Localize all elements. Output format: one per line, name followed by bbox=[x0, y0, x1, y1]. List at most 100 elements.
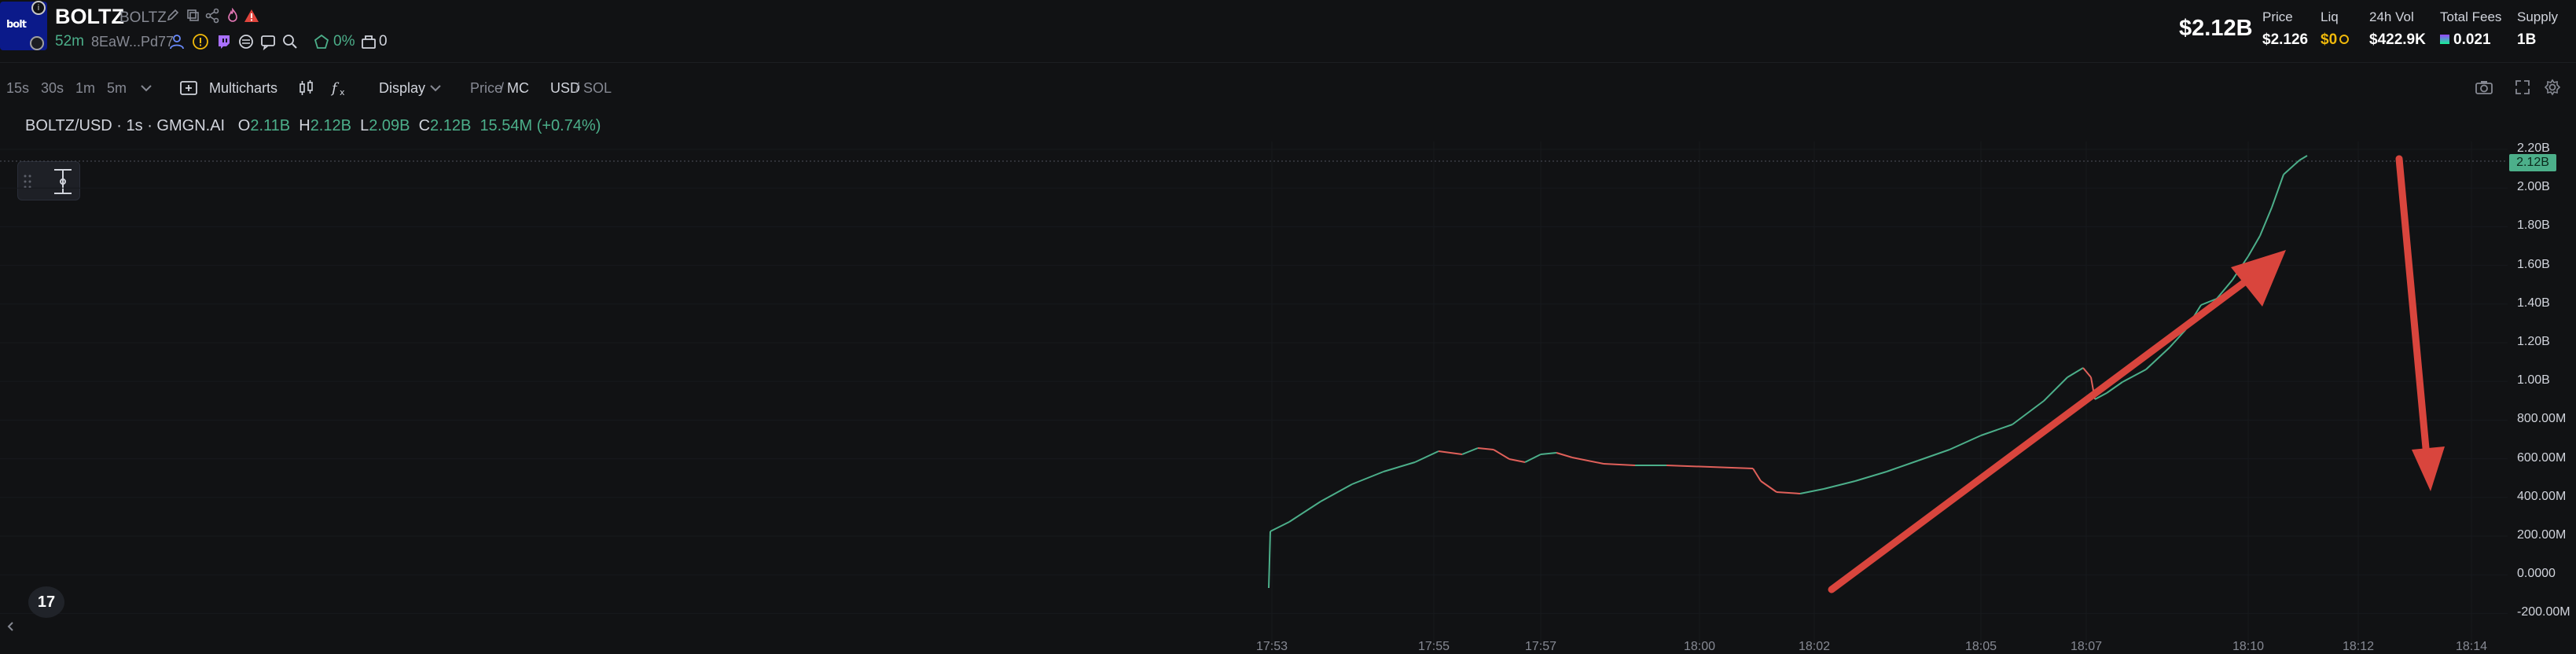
time-axis-tick: 18:14 bbox=[2456, 640, 2488, 653]
token-logo-text: bolt bbox=[6, 19, 27, 31]
price-segment bbox=[1288, 501, 1321, 523]
tradingview-logo-icon[interactable]: 17 bbox=[28, 586, 64, 618]
price-axis-tick: 800.00M bbox=[2517, 412, 2567, 426]
price-segment bbox=[1320, 483, 1353, 502]
token-name: BOLTZ bbox=[55, 5, 124, 28]
chart-toolbar: 15s 30s 1m 5m Multicharts fx Display Pri… bbox=[0, 72, 2576, 102]
holder-share-icon bbox=[314, 34, 329, 49]
info-icon[interactable]: i bbox=[31, 1, 46, 15]
time-axis-tick: 18:00 bbox=[1684, 640, 1716, 653]
current-price-tag: 2.12B bbox=[2509, 154, 2556, 171]
price-segment bbox=[1351, 471, 1384, 485]
alert-circle-icon bbox=[193, 34, 208, 50]
legend-close-label: C bbox=[418, 117, 431, 134]
price-segment bbox=[1556, 452, 1573, 458]
search-icon[interactable] bbox=[281, 33, 299, 50]
price-segment bbox=[1493, 449, 1510, 460]
price-axis[interactable]: 2.20B 2.00B 1.80B 1.60B 1.40B 1.20B 1.00B 800.0… bbox=[2508, 141, 2576, 648]
stat-supply-value: 1B bbox=[2517, 31, 2537, 48]
interval-5m[interactable]: 5m bbox=[107, 80, 127, 97]
price-axis-tick: 1.20B bbox=[2517, 335, 2550, 348]
time-axis-tick: 18:02 bbox=[1799, 640, 1831, 653]
stat-liq-value: $0 bbox=[2321, 31, 2350, 49]
indicators-icon[interactable]: fx bbox=[330, 79, 351, 97]
stat-liq-label: Liq bbox=[2321, 9, 2339, 24]
price-line-series bbox=[1268, 155, 2308, 589]
price-segment bbox=[2271, 174, 2284, 208]
price-axis-tick: 1.40B bbox=[2517, 296, 2550, 310]
price-segment bbox=[2012, 400, 2045, 425]
time-axis-tick: 18:07 bbox=[2071, 640, 2103, 653]
interval-30s[interactable]: 30s bbox=[41, 80, 64, 97]
price-axis-tick: 1.60B bbox=[2517, 257, 2550, 271]
time-axis-tick: 18:05 bbox=[1965, 640, 1997, 653]
stat-price: Price $2.126 bbox=[2262, 9, 2308, 49]
price-segment bbox=[1524, 454, 1542, 463]
price-segment bbox=[1886, 460, 1919, 472]
web-icon[interactable] bbox=[237, 33, 255, 50]
price-chart[interactable] bbox=[0, 141, 2576, 648]
price-segment bbox=[2259, 207, 2273, 237]
price-toggle[interactable]: Price bbox=[470, 80, 502, 97]
legend-change: 15.54M (+0.74%) bbox=[480, 117, 601, 134]
display-button[interactable]: Display bbox=[379, 80, 425, 97]
annotation-arrow-down[interactable] bbox=[2395, 155, 2445, 491]
price-segment bbox=[2067, 367, 2084, 378]
chart-grid bbox=[0, 141, 2508, 645]
multicharts-icon[interactable] bbox=[179, 80, 198, 96]
price-axis-tick: 0.0000 bbox=[2517, 567, 2556, 581]
camera-icon[interactable] bbox=[2475, 79, 2493, 96]
stat-fees-label: Total Fees bbox=[2440, 9, 2502, 24]
stat-liq: Liq $0 bbox=[2321, 9, 2350, 49]
price-segment bbox=[1508, 458, 1526, 463]
sol-toggle[interactable]: SOL bbox=[583, 80, 612, 97]
price-segment bbox=[1823, 480, 1856, 490]
price-segment bbox=[1752, 468, 1762, 482]
token-symbol: BOLTZ bbox=[119, 9, 167, 26]
stat-fees: Total Fees 0.021 bbox=[2440, 9, 2501, 49]
token-header: bolt i BOLTZ BOLTZ 52m 8EaW...Pd77 0% 0 … bbox=[0, 0, 2576, 63]
price-axis-tick: -200.00M bbox=[2517, 605, 2570, 619]
price-segment bbox=[1414, 450, 1439, 463]
stat-price-value: $2.126 bbox=[2262, 31, 2309, 48]
price-axis-tick: 200.00M bbox=[2517, 528, 2567, 542]
mc-toggle[interactable]: MC bbox=[507, 80, 529, 97]
stat-supply: Supply 1B bbox=[2517, 9, 2558, 49]
chat-icon[interactable] bbox=[259, 33, 277, 50]
chevron-down-icon[interactable] bbox=[140, 83, 153, 93]
price-segment bbox=[1854, 471, 1887, 482]
interval-1m[interactable]: 1m bbox=[75, 80, 95, 97]
stat-supply-label: Supply bbox=[2517, 9, 2558, 24]
price-segment bbox=[2043, 377, 2068, 402]
price-segment bbox=[2247, 235, 2261, 257]
holder-percentage: 0% bbox=[333, 33, 355, 50]
price-axis-tick: 600.00M bbox=[2517, 450, 2567, 465]
market-cap: $2.12B bbox=[2179, 16, 2253, 41]
price-segment bbox=[2082, 367, 2092, 378]
collapse-left-icon[interactable] bbox=[6, 621, 14, 632]
price-segment bbox=[1666, 465, 1754, 469]
edit-icon[interactable] bbox=[165, 8, 181, 24]
price-segment bbox=[1949, 435, 1982, 450]
price-segment bbox=[2283, 160, 2300, 175]
twitch-icon[interactable] bbox=[215, 33, 233, 50]
candles-icon[interactable] bbox=[297, 79, 316, 97]
liq-coin-icon bbox=[2339, 35, 2350, 44]
contract-address[interactable]: 8EaW...Pd77 bbox=[91, 34, 174, 50]
interval-15s[interactable]: 15s bbox=[6, 80, 29, 97]
share-icon[interactable] bbox=[204, 8, 220, 24]
settings-icon[interactable] bbox=[2544, 79, 2561, 96]
display-chevron-icon[interactable] bbox=[429, 83, 442, 93]
holders-icon[interactable] bbox=[168, 33, 186, 50]
stat-volume-label: 24h Vol bbox=[2369, 9, 2414, 24]
price-axis-tick: 1.00B bbox=[2517, 373, 2550, 388]
time-axis-tick: 17:55 bbox=[1418, 640, 1450, 653]
copy-icon[interactable] bbox=[186, 8, 201, 24]
multicharts-button[interactable]: Multicharts bbox=[209, 80, 277, 97]
time-axis-tick: 18:10 bbox=[2232, 640, 2265, 653]
price-segment bbox=[1799, 488, 1825, 494]
sol-icon bbox=[2440, 35, 2449, 44]
legend-symbol[interactable]: BOLTZ/USD · 1s · GMGN.AI bbox=[25, 117, 225, 134]
fullscreen-icon[interactable] bbox=[2514, 79, 2531, 96]
legend-high-label: H bbox=[299, 117, 311, 134]
